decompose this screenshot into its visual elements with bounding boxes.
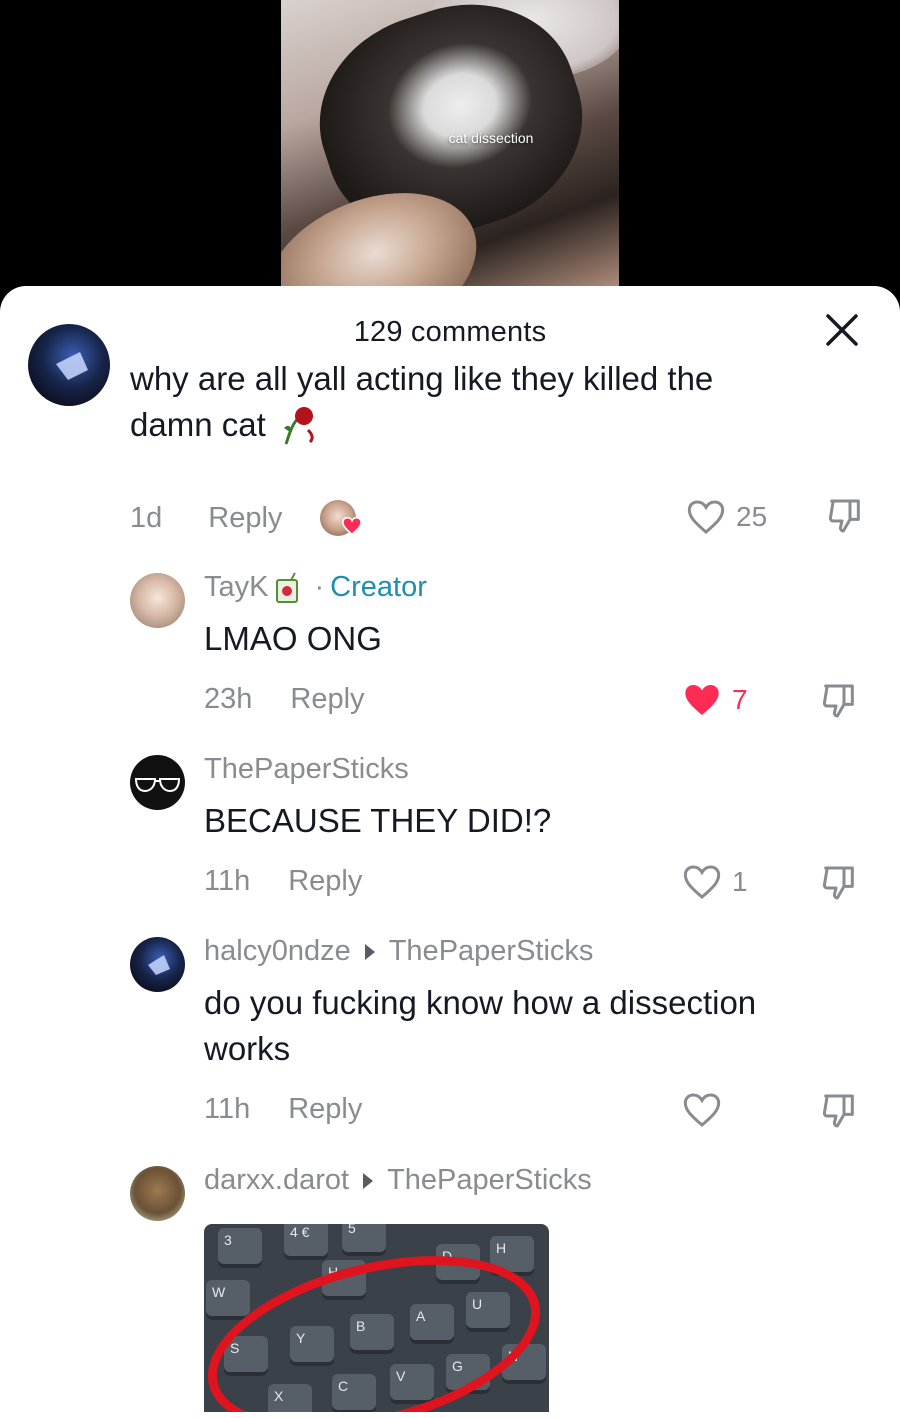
comment-header: halcy0ndze ThePaperSticks: [204, 935, 864, 968]
comment-text: damn cat: [130, 406, 266, 443]
username[interactable]: darxx.darot: [204, 1164, 349, 1197]
dislike-icon[interactable]: [818, 1091, 860, 1131]
comment-text: BECAUSE THEY DID!?: [204, 802, 552, 839]
like-button[interactable]: 1: [682, 863, 748, 901]
username[interactable]: ThePaperSticks: [204, 753, 854, 786]
reply-arrow-icon: [363, 1172, 374, 1189]
creator-badge: Creator: [330, 571, 427, 603]
reply-to-username[interactable]: ThePaperSticks: [389, 935, 594, 968]
reply-to-username[interactable]: ThePaperSticks: [387, 1164, 592, 1197]
comment-text: works: [204, 1030, 291, 1067]
reply-button[interactable]: Reply: [208, 502, 282, 535]
dislike-icon[interactable]: [824, 496, 866, 536]
heart-outline-icon: [683, 1093, 721, 1127]
comments-count-title: 129 comments: [353, 316, 547, 348]
separator-dot: ·: [314, 571, 325, 603]
comment-item: halcy0ndze ThePaperSticks do you fucking…: [0, 935, 900, 1165]
bottom-edge: [0, 1412, 900, 1418]
avatar[interactable]: [130, 1166, 185, 1221]
glasses-icon: [134, 778, 181, 793]
username[interactable]: TayK: [204, 571, 268, 604]
comment-header: TayK · Creator: [204, 571, 854, 604]
comment-text: why are all yall acting like they killed…: [130, 360, 714, 397]
comment-meta: 1d Reply: [130, 498, 364, 538]
avatar[interactable]: [130, 937, 185, 992]
avatar[interactable]: [130, 573, 185, 628]
comment-text: do you fucking know how a dissection: [204, 984, 757, 1021]
juice-box-icon: [276, 572, 299, 603]
comment-body: halcy0ndze ThePaperSticks do you fucking…: [204, 935, 864, 1072]
comment-body: why are all yall acting like they killed…: [130, 356, 830, 448]
heart-icon: [342, 516, 363, 536]
comment-header: darxx.darot ThePaperSticks: [204, 1164, 864, 1197]
heart-filled-icon: [685, 685, 719, 715]
comment-image-keyboard[interactable]: 3 4 € 5 W S Y B A U H D C V G N X H: [204, 1224, 549, 1418]
like-button[interactable]: 25: [686, 498, 767, 536]
like-button[interactable]: [682, 1091, 722, 1129]
keyboard-key: W: [206, 1280, 250, 1320]
keyboard-key: 3: [218, 1228, 262, 1268]
video-caption: cat dissection: [448, 130, 534, 146]
heart-outline-icon: [683, 865, 721, 899]
comment-body: darxx.darot ThePaperSticks: [204, 1164, 864, 1197]
keyboard-key: 4 €: [284, 1224, 328, 1260]
close-icon[interactable]: [824, 312, 860, 348]
avatar[interactable]: [28, 324, 110, 406]
reply-arrow-icon: [364, 943, 375, 960]
comment-text-line: damn cat: [130, 402, 830, 448]
like-count: 7: [732, 684, 748, 715]
like-count: 1: [732, 866, 748, 897]
comment-time: 23h: [204, 683, 253, 715]
avatar-art: [56, 352, 88, 380]
avatar[interactable]: [130, 755, 185, 810]
keyboard-key: 5: [342, 1224, 386, 1256]
comment-time: 11h: [204, 1093, 251, 1125]
comment-time: 1d: [130, 501, 163, 534]
comment-item: why are all yall acting like they killed…: [0, 324, 900, 546]
comments-sheet: 129 comments why are all yall acting lik…: [0, 286, 900, 1418]
dislike-icon[interactable]: [818, 681, 860, 721]
comment-meta: 11h Reply: [204, 1093, 362, 1126]
comment-body: TayK · Creator LMAO ONG: [204, 571, 854, 662]
comment-body: ThePaperSticks BECAUSE THEY DID!?: [204, 753, 854, 844]
comment-meta: 11h Reply: [204, 865, 362, 898]
reply-button[interactable]: Reply: [288, 1093, 362, 1126]
reply-button[interactable]: Reply: [288, 865, 362, 898]
wilted-rose-icon: [283, 407, 314, 445]
comment-item: ThePaperSticks BECAUSE THEY DID!? 11h Re…: [0, 753, 900, 933]
like-button[interactable]: 7: [682, 681, 748, 719]
comment-text: LMAO ONG: [204, 620, 382, 657]
heart-outline-icon: [687, 500, 725, 534]
comment-item: TayK · Creator LMAO ONG 23h Reply 7: [0, 571, 900, 751]
dislike-icon[interactable]: [818, 863, 860, 903]
reply-button[interactable]: Reply: [290, 683, 364, 716]
video-thumbnail[interactable]: [281, 0, 619, 300]
comment-time: 11h: [204, 865, 251, 897]
avatar-art: [148, 955, 170, 975]
video-area: cat dissection: [0, 0, 900, 300]
like-count: 25: [736, 501, 768, 532]
comment-meta: 23h Reply: [204, 683, 365, 716]
username[interactable]: halcy0ndze: [204, 935, 351, 968]
creator-liked-avatar: [318, 498, 364, 538]
